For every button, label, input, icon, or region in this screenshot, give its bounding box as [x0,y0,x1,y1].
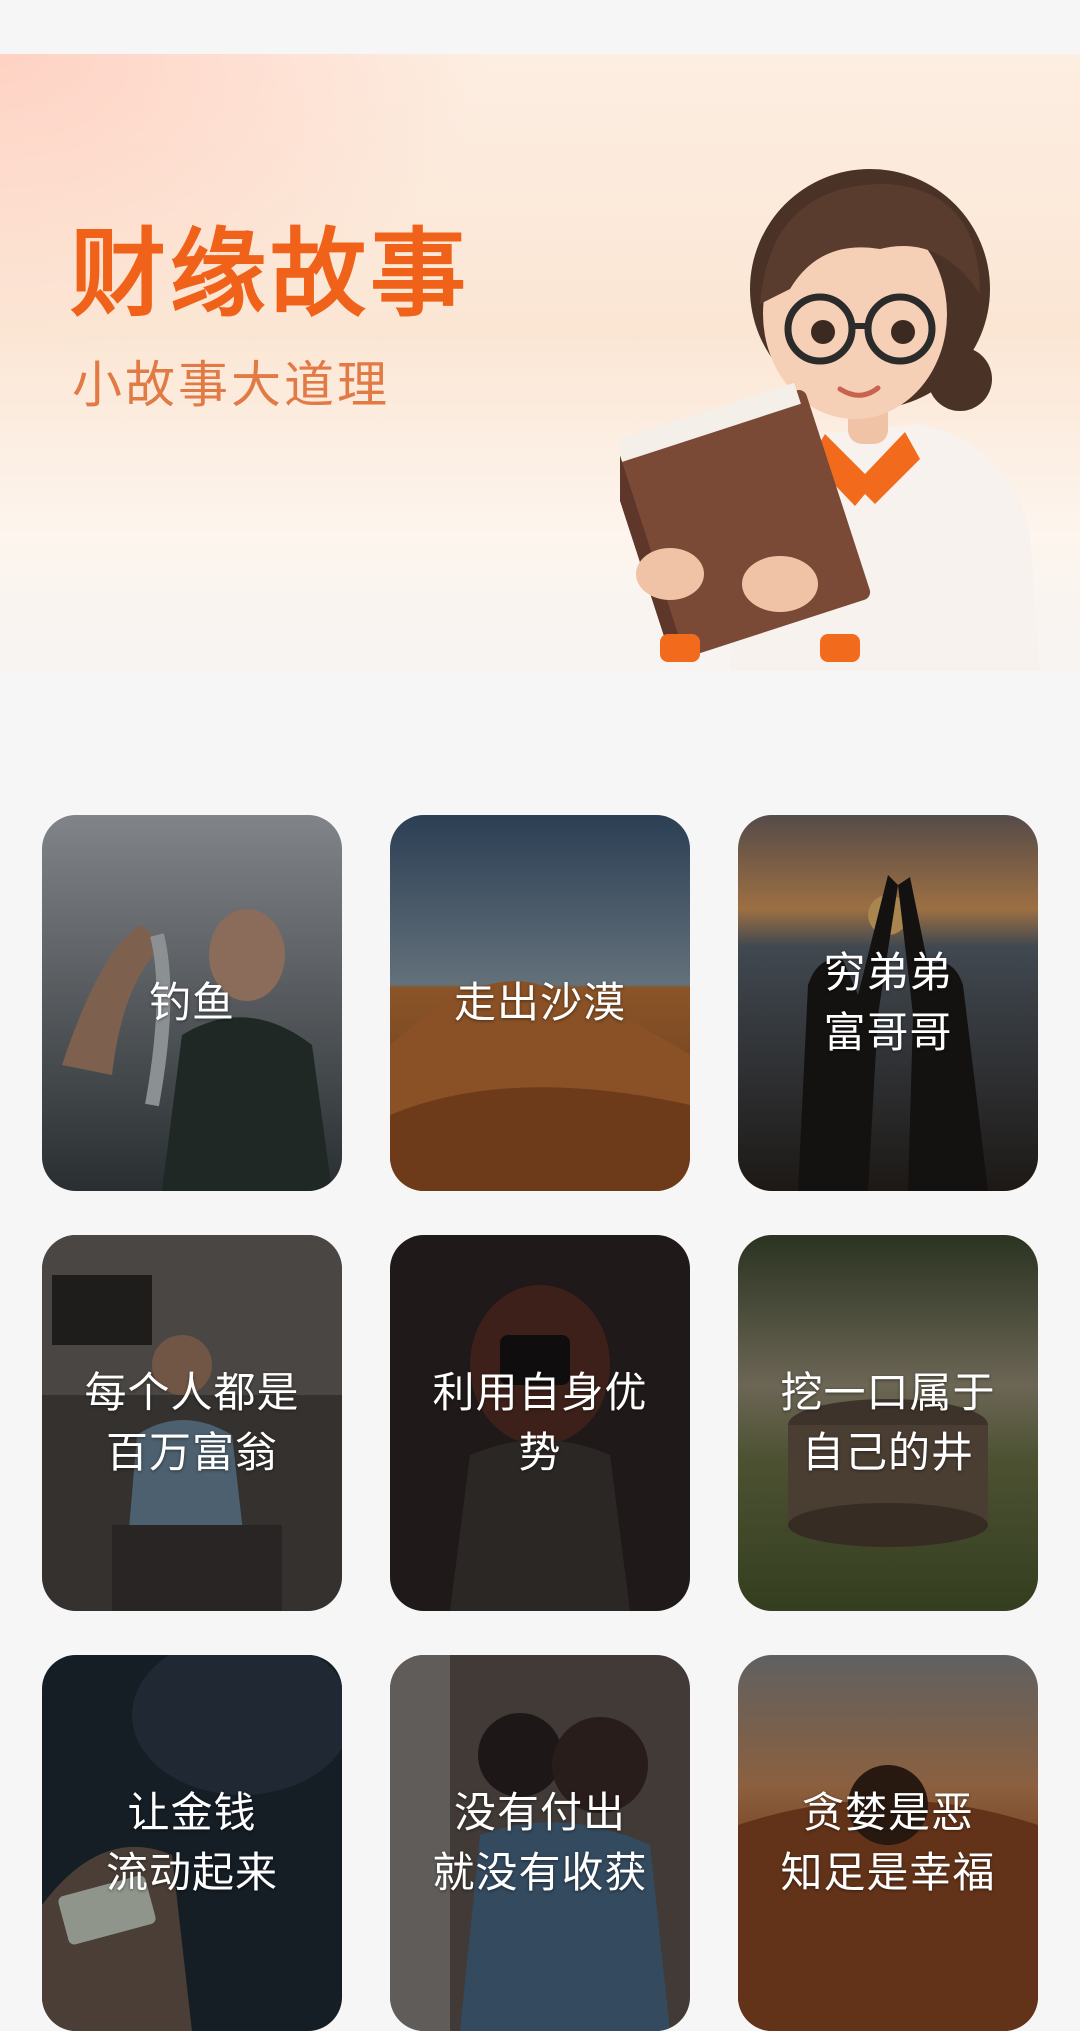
reading-girl-illustration [620,169,1040,671]
story-title: 每个人都是 百万富翁 [84,1368,300,1477]
story-card-millionaire[interactable]: 每个人都是 百万富翁 [42,1235,342,1611]
story-card-money-flow[interactable]: 让金钱 流动起来 [42,1655,342,2031]
story-card-well[interactable]: 挖一口属于 自己的井 [738,1235,1038,1611]
story-title: 钓鱼 [148,978,235,1027]
banner-subtitle: 小故事大道理 [72,356,390,414]
story-card-advantages[interactable]: 利用自身优 势 [390,1235,690,1611]
story-title: 利用自身优 势 [432,1368,648,1477]
story-card-fishing[interactable]: 钓鱼 [42,815,342,1191]
banner[interactable]: 财缘故事 小故事大道理 [0,54,1080,671]
story-card-desert[interactable]: 走出沙漠 [390,815,690,1191]
banner-title: 财缘故事 [70,218,470,330]
story-title: 走出沙漠 [453,978,626,1027]
story-title: 贪婪是恶 知足是幸福 [780,1788,996,1897]
status-bar [0,0,1080,54]
story-title: 没有付出 就没有收获 [432,1788,648,1897]
story-card-effort[interactable]: 没有付出 就没有收获 [390,1655,690,2031]
story-card-brothers[interactable]: 穷弟弟 富哥哥 [738,815,1038,1191]
story-title: 让金钱 流动起来 [105,1788,278,1897]
story-title: 挖一口属于 自己的井 [780,1368,996,1477]
story-title: 穷弟弟 富哥哥 [823,948,953,1057]
story-card-greed[interactable]: 贪婪是恶 知足是幸福 [738,1655,1038,2031]
